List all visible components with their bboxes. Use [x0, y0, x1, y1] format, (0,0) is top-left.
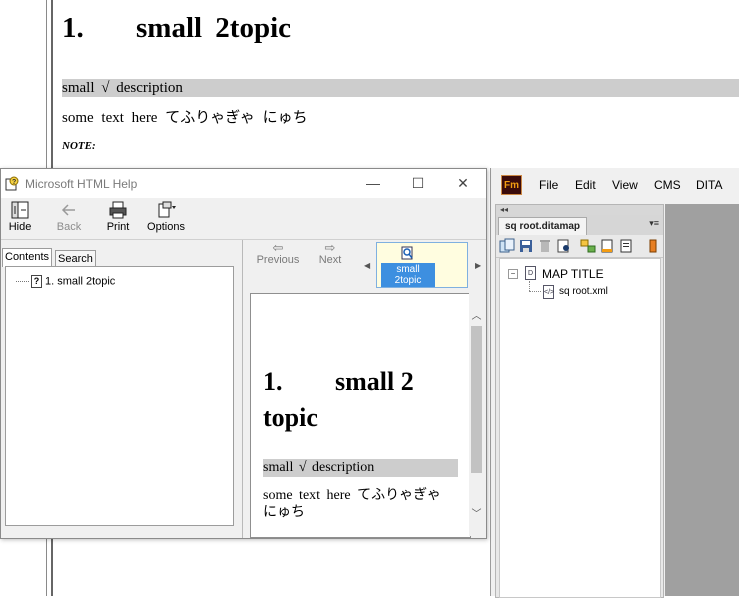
window-title: Microsoft HTML Help [25, 177, 138, 191]
menu-bar: Fm File Edit View CMS DITA [491, 168, 739, 200]
hide-button[interactable]: Hide [7, 201, 33, 233]
more-tools-icon[interactable] [648, 238, 658, 254]
heading-number: 1. [62, 12, 84, 44]
framemaker-logo: Fm [501, 175, 522, 195]
content-paragraph: some text here てふりゃぎゃ にゅち [263, 488, 441, 520]
scroll-left-icon[interactable]: ◀ [364, 261, 370, 270]
help-toolbar: Hide Back Print Options [1, 198, 486, 240]
topic-pane: ⇦ Previous ⇨ Next ◀ small 2topic ▶ 1. smal… [246, 240, 486, 538]
next-label: Next [318, 254, 342, 266]
tab-search[interactable]: Search [55, 250, 96, 267]
collapse-toggle[interactable]: − [508, 269, 518, 279]
note-label: NOTE: [62, 140, 96, 152]
toc-item[interactable]: ? 1. small 2topic [16, 275, 115, 288]
menu-file[interactable]: File [539, 178, 558, 192]
menu-edit[interactable]: Edit [575, 178, 596, 192]
back-button[interactable]: Back [55, 201, 83, 233]
next-button[interactable]: ⇨ Next [316, 240, 344, 266]
maximize-button[interactable]: ☐ [407, 173, 429, 193]
help-page-icon: ? [31, 275, 42, 288]
preview-icon[interactable] [556, 238, 572, 254]
menu-view[interactable]: View [612, 178, 638, 192]
left-arrow-icon: ⇦ [272, 240, 284, 255]
panel-menu-icon[interactable]: ▾≡ [649, 218, 659, 229]
heading-text: small 2topic [136, 12, 292, 44]
toc-item-label: 1. small 2topic [45, 275, 116, 288]
ditamap-tree: − D MAP TITLE </> sq root.xml [499, 258, 661, 598]
insert-topic-icon[interactable] [580, 238, 596, 254]
xml-file-icon: </> [543, 285, 554, 299]
topic-heading: 1. small 2topic [62, 12, 291, 45]
title-bar: ? Microsoft HTML Help — ☐ ✕ [1, 169, 486, 198]
body-paragraph: some text here てふりゃぎゃ にゅち [62, 110, 308, 126]
scroll-up-icon[interactable]: ︿ [469, 307, 484, 322]
printer-icon [109, 201, 127, 219]
back-arrow-icon [61, 204, 75, 216]
panel-tab-row: sq root.ditamap ▾≡ [496, 215, 663, 236]
tree-item-map-title[interactable]: MAP TITLE [542, 267, 604, 281]
contents-tree: ? 1. small 2topic [5, 266, 234, 526]
selected-topic-label: small 2topic [381, 263, 435, 287]
minimize-button[interactable]: — [362, 173, 384, 193]
magnifier-icon [401, 246, 413, 260]
scrollbar-thumb[interactable] [471, 326, 482, 473]
framemaker-window: Fm File Edit View CMS DITA ◂◂ sq root.di… [490, 168, 739, 598]
topic-content: 1. small 2 topic small √ description some… [250, 293, 471, 538]
delete-icon[interactable] [537, 238, 553, 254]
right-arrow-icon: ⇨ [324, 240, 336, 255]
previous-label: Previous [256, 254, 300, 266]
menu-dita[interactable]: DITA [696, 178, 722, 192]
selected-topic-thumbnail[interactable]: small 2topic [376, 242, 468, 288]
vertical-scrollbar[interactable]: ︿ ﹀ [469, 293, 484, 536]
html-help-window: ? Microsoft HTML Help — ☐ ✕ Hide Back Pr… [0, 168, 487, 539]
close-button[interactable]: ✕ [452, 173, 474, 193]
scroll-down-icon[interactable]: ﹀ [469, 505, 484, 520]
help-app-icon: ? [5, 176, 19, 191]
content-heading-number: 1. [263, 367, 283, 396]
options-button[interactable]: Options [147, 201, 185, 233]
tree-item-sq-root-xml[interactable]: sq root.xml [559, 286, 608, 297]
ditamap-panel: ◂◂ sq root.ditamap ▾≡ − D MAP TITLE </> … [495, 204, 664, 598]
document-area [665, 204, 739, 596]
content-short-description: small √ description [263, 459, 458, 477]
back-label: Back [56, 221, 82, 233]
map-properties-icon[interactable] [618, 238, 634, 254]
tree-connector [16, 281, 29, 282]
short-description: small √ description [62, 79, 739, 97]
panel-toolbar [496, 235, 663, 258]
tree-connector-h [529, 291, 541, 293]
scroll-right-icon[interactable]: ▶ [475, 261, 481, 270]
tree-connector [529, 281, 531, 291]
content-heading: 1. small 2 topic [263, 364, 463, 436]
svg-text:?: ? [12, 179, 16, 186]
selected-topic-line2: 2topic [394, 275, 422, 286]
hide-icon [11, 201, 29, 219]
panel-collapse-button[interactable]: ◂◂ [496, 205, 663, 215]
selected-topic-line1: small [396, 264, 420, 275]
ditamap-file-icon: D [525, 266, 536, 280]
print-button[interactable]: Print [105, 201, 131, 233]
options-label: Options [147, 221, 185, 233]
new-topic-icon[interactable] [599, 238, 615, 254]
navigation-pane: Contents Search ? 1. small 2topic [1, 240, 243, 538]
hide-label: Hide [8, 221, 32, 233]
options-icon [158, 201, 176, 218]
tab-contents[interactable]: Contents [2, 248, 53, 267]
menu-cms[interactable]: CMS [654, 178, 681, 192]
previous-button[interactable]: ⇦ Previous [256, 240, 300, 266]
save-icon[interactable] [518, 238, 534, 254]
tab-ditamap[interactable]: sq root.ditamap [498, 217, 588, 236]
open-map-icon[interactable] [499, 238, 515, 254]
print-label: Print [106, 221, 130, 233]
